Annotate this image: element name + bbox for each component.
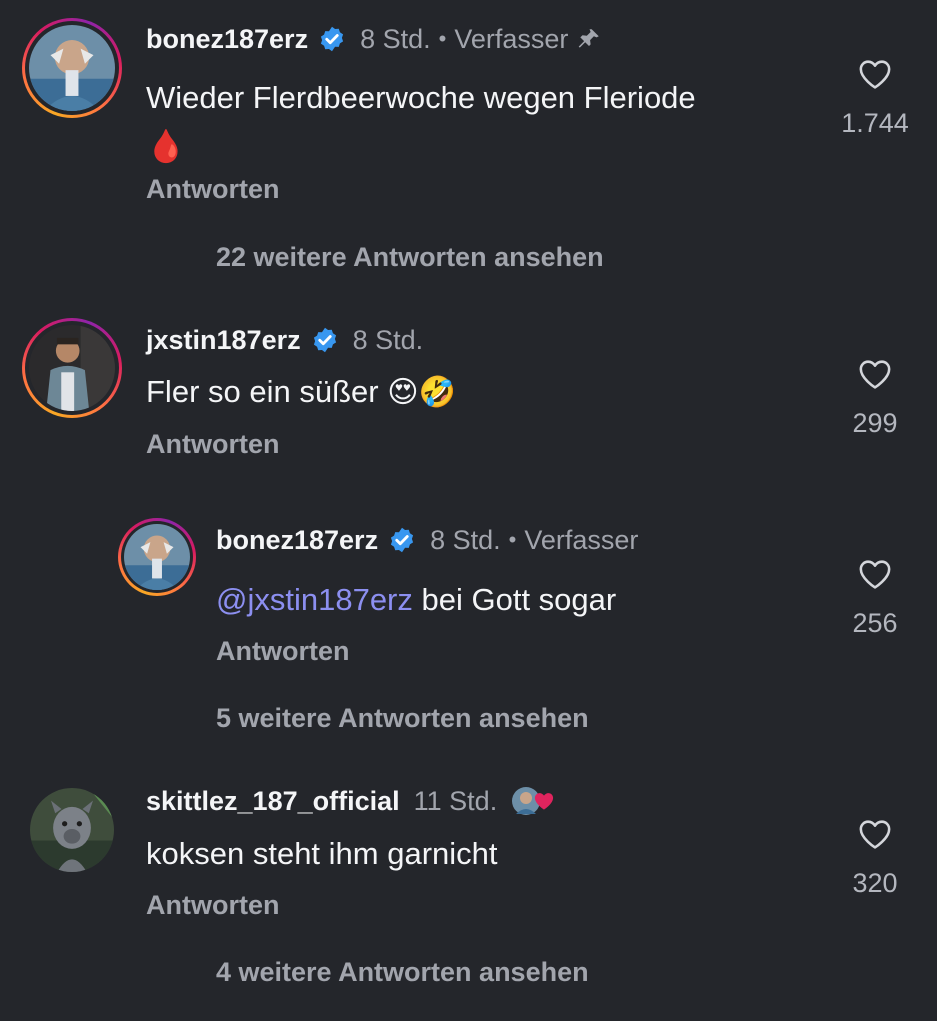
- comment-username[interactable]: bonez187erz: [216, 523, 378, 557]
- view-more-replies-link[interactable]: 22 weitere Antworten ansehen: [216, 242, 604, 273]
- heart-outline-icon: [859, 60, 891, 89]
- comment-body: bei Gott sogar: [412, 582, 617, 617]
- reply-button[interactable]: Antworten: [146, 890, 279, 921]
- author-label: Verfasser: [454, 24, 569, 54]
- comment-time: 8 Std.: [360, 24, 431, 54]
- separator-dot: •: [438, 26, 447, 51]
- avatar-image: [124, 524, 190, 590]
- view-more-replies-link[interactable]: 4 weitere Antworten ansehen: [216, 957, 589, 988]
- comment-text: @jxstin187erz bei Gott sogar: [216, 576, 886, 624]
- like-button[interactable]: 256: [830, 558, 920, 639]
- comment-time: 11 Std.: [413, 786, 498, 816]
- drop-of-blood-emoji: 🩸: [146, 128, 186, 164]
- pin-icon: [579, 29, 600, 48]
- separator-dot: •: [508, 527, 517, 552]
- like-button[interactable]: 320: [830, 818, 920, 899]
- comment-time: 8 Std.: [430, 525, 501, 555]
- reply-button[interactable]: Antworten: [146, 174, 279, 205]
- author-label: Verfasser: [524, 525, 639, 555]
- author-liked-indicator: [511, 786, 555, 816]
- like-button[interactable]: 1.744: [830, 58, 920, 139]
- avatar-image: [29, 25, 115, 111]
- verified-badge-icon: [320, 26, 344, 52]
- avatar-bonez187erz[interactable]: [22, 18, 122, 118]
- comment-text: Fler so ein süßer 😍🤣: [146, 368, 816, 417]
- reply-button[interactable]: Antworten: [146, 429, 279, 460]
- avatar-image: [29, 325, 115, 411]
- comment-body: Wieder Flerdbeerwoche wegen Fleriode: [146, 80, 696, 115]
- verified-badge-icon: [313, 327, 336, 353]
- author-heart-icon: [535, 793, 554, 810]
- comment-username[interactable]: skittlez_187_official: [146, 784, 400, 818]
- avatar-skittlez_187_official[interactable]: [30, 788, 114, 872]
- like-count: 299: [852, 408, 898, 438]
- comment-username[interactable]: bonez187erz: [146, 22, 308, 56]
- like-button[interactable]: 299: [830, 358, 920, 439]
- like-count: 1.744: [841, 108, 909, 138]
- comment-username[interactable]: jxstin187erz: [146, 323, 301, 357]
- view-more-replies-link[interactable]: 5 weitere Antworten ansehen: [216, 703, 589, 734]
- comment-text: Wieder Flerdbeerwoche wegen Fleriode 🩸: [146, 74, 816, 171]
- verified-badge-icon: [390, 527, 414, 553]
- emoji-heart-eyes-laughing: 😍🤣: [387, 376, 456, 409]
- avatar-jxstin187erz[interactable]: [22, 318, 122, 418]
- heart-outline-icon: [859, 560, 891, 589]
- comment-time: 8 Std.: [352, 325, 424, 355]
- heart-outline-icon: [859, 820, 891, 849]
- reply-button[interactable]: Antworten: [216, 636, 349, 667]
- avatar-image: [30, 788, 114, 872]
- comment-text: koksen steht ihm garnicht: [146, 830, 816, 878]
- like-count: 256: [852, 608, 898, 638]
- like-count: 320: [852, 868, 898, 898]
- mention-link[interactable]: @jxstin187erz: [216, 582, 413, 617]
- avatar-bonez187erz[interactable]: [118, 518, 196, 596]
- comment-body: Fler so ein süßer: [146, 374, 379, 409]
- comment-body: koksen steht ihm garnicht: [146, 836, 498, 871]
- heart-outline-icon: [859, 360, 891, 389]
